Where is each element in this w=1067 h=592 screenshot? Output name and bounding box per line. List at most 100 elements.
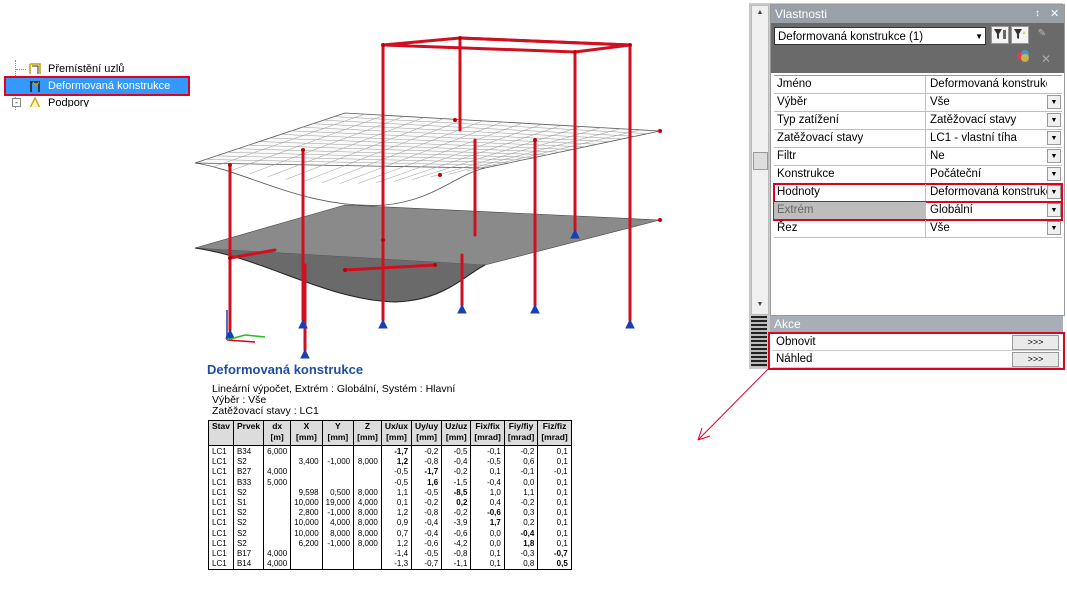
table-cell: 0,1 <box>537 445 572 458</box>
table-cell: -1,7 <box>380 445 413 458</box>
table-cell: -0,1 <box>503 467 539 478</box>
table-cell <box>321 445 355 458</box>
table-cell: B34 <box>232 445 265 458</box>
property-row[interactable]: Typ zatížení Zatěžovací stavy ▼ <box>774 112 1062 130</box>
property-value[interactable]: Vše <box>927 220 1047 237</box>
property-row[interactable]: Výběr Vše ▼ <box>774 94 1062 112</box>
property-row[interactable]: Jméno Deformovaná konstrukce <box>774 76 1062 94</box>
column-unit: [mrad] <box>541 432 568 442</box>
property-row[interactable]: Extrém Globální ▼ <box>773 201 1063 221</box>
column-name: Fiy/fiy <box>508 421 534 431</box>
chevron-down-icon[interactable]: ▼ <box>1047 131 1061 145</box>
property-row[interactable]: Hodnoty Deformovaná konstrukc ▼ <box>773 183 1063 203</box>
table-cell: 0,1 <box>470 548 505 560</box>
chevron-down-icon[interactable]: ▼ <box>1047 185 1061 199</box>
chevron-down-icon[interactable]: ▼ <box>1047 167 1061 181</box>
table-cell: 0,2 <box>503 518 539 529</box>
table-cell <box>290 477 323 488</box>
chevron-down-icon[interactable]: ▼ <box>1047 149 1061 163</box>
table-cell: 4,000 <box>263 467 292 478</box>
table-cell <box>290 445 323 458</box>
table-cell: 0,1 <box>537 508 572 519</box>
model-viewport[interactable] <box>185 30 675 360</box>
table-cell: -0,3 <box>503 548 539 560</box>
table-cell: LC1 <box>208 457 234 468</box>
property-value[interactable]: LC1 - vlastní tíha <box>927 130 1047 147</box>
action-preview[interactable]: Náhled >>> <box>772 351 1061 368</box>
expand-icon[interactable]: - <box>12 98 21 107</box>
table-row: LC1 S1 10,000 19,000 4,000 0,1 -0,2 0,2 0,4 -0,2 0… <box>208 497 572 509</box>
table-cell <box>263 487 292 498</box>
property-value[interactable]: Deformovaná konstrukce <box>927 76 1047 93</box>
chevron-down-icon[interactable]: ▼ <box>1047 221 1061 235</box>
table-cell: -0,2 <box>411 497 443 509</box>
table-cell: -1,1 <box>441 559 472 571</box>
table-cell: -4,2 <box>441 538 472 549</box>
table-cell: 0,500 <box>321 487 355 498</box>
table-cell: -1,5 <box>441 477 472 488</box>
property-row[interactable]: Zatěžovací stavy LC1 - vlastní tíha ▼ <box>774 130 1062 148</box>
table-row: LC1 S2 2,800 -1,000 8,000 1,2 -0,8 -0,2 -0,6 0,3 0… <box>208 508 572 519</box>
table-cell: 0,0 <box>470 528 505 539</box>
edit-pencil-button[interactable]: ✎ <box>1033 26 1051 44</box>
table-cell: -0,2 <box>441 467 472 478</box>
table-cell: -0,6 <box>411 538 443 549</box>
table-cell: LC1 <box>208 538 234 549</box>
object-selector[interactable]: Deformovaná konstrukce (1) ▼ <box>774 27 986 45</box>
column-name: Y <box>335 421 341 431</box>
table-cell: B17 <box>232 548 265 560</box>
disabled-action-button[interactable]: ✕ <box>1035 49 1057 69</box>
table-cell: 8,000 <box>353 538 382 549</box>
close-icon[interactable]: ✕ <box>1050 5 1059 23</box>
table-row: LC1 S2 10,000 4,000 8,000 0,9 -0,4 -3,9 1,7 0,2 0,… <box>208 518 572 529</box>
color-palette-button[interactable] <box>1013 49 1035 69</box>
panel-scrollbar[interactable]: ▲ ▼ <box>751 5 769 315</box>
refresh-run-button[interactable]: >>> <box>1012 335 1059 350</box>
property-value[interactable]: Počáteční <box>927 166 1047 183</box>
property-row[interactable]: Filtr Ne ▼ <box>774 148 1062 166</box>
filter-select-button[interactable] <box>991 26 1009 44</box>
property-row[interactable]: Konstrukce Počáteční ▼ <box>774 166 1062 184</box>
tree-item-node-displacement[interactable]: Přemístění uzlů <box>0 61 200 77</box>
table-cell: 4,000 <box>321 518 355 529</box>
action-refresh[interactable]: Obnovit >>> <box>772 334 1061 351</box>
table-cell: S2 <box>232 457 265 468</box>
tree-item-supports[interactable]: Podpory <box>0 95 200 107</box>
column-header: Fiy/fiy [mrad] <box>503 420 539 446</box>
properties-toolbar: Deformovaná konstrukce (1) ▼ ✎ ✕ <box>771 23 1064 73</box>
tree-item-deformed-structure[interactable]: Deformovaná konstrukce <box>4 76 190 96</box>
scroll-up-icon[interactable]: ▲ <box>752 6 768 20</box>
property-value[interactable]: Deformovaná konstrukc <box>927 184 1047 201</box>
column-header: Stav <box>208 420 234 446</box>
table-cell: -0,4 <box>411 528 443 539</box>
table-cell: S2 <box>232 528 265 539</box>
chevron-down-icon[interactable]: ▼ <box>1047 95 1061 109</box>
table-cell: -3,9 <box>441 518 472 529</box>
scroll-thumb[interactable] <box>753 152 768 170</box>
table-cell: -0,8 <box>411 508 443 519</box>
pin-icon[interactable]: ↕ <box>1035 5 1040 23</box>
report-title: Deformovaná konstrukce <box>207 362 364 377</box>
chevron-down-icon[interactable]: ▼ <box>1047 203 1061 217</box>
property-value[interactable]: Ne <box>927 148 1047 165</box>
property-key: Filtr <box>774 148 926 165</box>
preview-run-button[interactable]: >>> <box>1012 352 1059 367</box>
table-cell: S2 <box>232 518 265 529</box>
property-value[interactable]: Zatěžovací stavy <box>927 112 1047 129</box>
chevron-down-icon[interactable]: ▼ <box>1047 113 1061 127</box>
table-cell: 4,000 <box>263 559 292 571</box>
property-key: Řez <box>774 220 926 237</box>
property-value[interactable]: Globální <box>927 202 1047 219</box>
table-cell: 0,1 <box>537 487 572 498</box>
table-cell <box>321 467 355 478</box>
property-row[interactable]: Řez Vše ▼ <box>774 220 1062 238</box>
filter-list-icon <box>994 29 1006 39</box>
tree-item-label: Přemístění uzlů <box>48 63 125 75</box>
node-displacement-icon <box>29 63 41 74</box>
property-value[interactable]: Vše <box>927 94 1047 111</box>
filter-add-button[interactable] <box>1011 26 1029 44</box>
table-cell: 1,2 <box>380 508 413 519</box>
splitter-grip[interactable] <box>751 316 767 367</box>
scroll-down-icon[interactable]: ▼ <box>752 298 768 312</box>
table-cell: 0,5 <box>537 559 572 571</box>
